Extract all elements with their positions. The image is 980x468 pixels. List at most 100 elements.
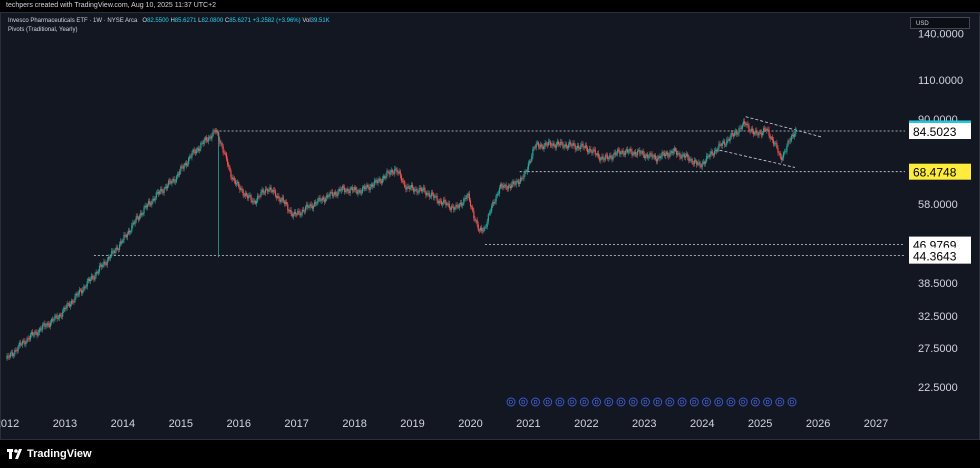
y-tick-label: 32.5000 [918,311,958,323]
candle-body [760,132,762,136]
candle-body [505,184,507,189]
candle-body [755,130,757,133]
candle-body [319,197,321,202]
tradingview-logo[interactable]: TradingView [7,448,92,460]
candles-group [6,118,797,361]
candle-body [725,144,727,146]
candle-body [704,161,707,164]
candle-body [347,188,349,192]
candle-body [600,158,602,161]
candle-body [511,184,513,188]
candle-body [452,206,454,208]
candle-body [303,211,306,212]
candle-body [395,168,397,169]
candle-body [361,187,364,193]
candle-body [400,175,403,181]
candle-body [342,186,345,188]
candle-body [625,149,628,151]
candle-body [775,142,777,144]
candle-body [135,216,137,221]
candle-body [153,198,155,201]
candle-body [279,198,281,202]
candle-body [174,181,176,183]
x-tick-label: 2016 [226,418,250,430]
price-chart[interactable]: 22.500027.500032.500038.500058.000090.00… [0,0,980,441]
candle-body [716,149,718,152]
candle-body [67,303,69,304]
footer-bar: TradingView [0,441,980,468]
candle-body [401,180,404,182]
candle-body [417,192,419,193]
candle-body [182,167,184,169]
candle-body [115,247,117,251]
candle-body [697,163,699,165]
candle-body [366,184,368,188]
candle-body [599,156,601,161]
candle-body [193,149,195,152]
candle-body [201,142,203,144]
candle-body [650,153,652,154]
candle-body [450,206,453,210]
candle-body [586,147,589,153]
candle-body [454,207,456,210]
candle-body [287,204,289,211]
candle-body [231,177,233,180]
symbol-legend: Invesco Pharmaceuticals ETF · 1W · NYSE … [8,17,330,35]
candle-body [428,193,430,197]
candle-body [691,159,693,164]
candle-body [533,147,535,150]
candle-body [30,332,33,335]
candle-body [318,197,320,199]
candle-body [751,128,753,132]
candle-body [689,159,691,161]
candle-body [649,153,651,158]
candle-body [92,275,94,278]
candle-body [223,152,225,154]
candle-body [60,315,63,317]
open-value: 82.5500 [147,18,169,24]
candle-body [732,134,735,136]
indicator-label[interactable]: Pivots (Traditional, Yearly) [8,26,330,35]
candle-body [616,149,619,154]
currency-button[interactable]: USD [910,17,970,29]
candle-body [196,148,199,150]
candle-body [224,153,226,155]
candle-body [407,186,409,187]
candle-body [498,188,501,194]
candle-body [140,213,142,216]
candle-body [25,342,27,345]
candle-body [652,156,654,158]
candle-body [769,135,771,139]
candle-body [143,207,145,214]
candle-body [525,171,527,172]
candle-body [535,143,537,148]
candle-body [531,156,533,162]
candle-body [127,230,130,234]
candle-body [605,155,608,156]
candle-body [465,197,467,199]
candle-body [491,205,493,212]
candle-body [82,290,84,294]
candle-body [376,179,378,183]
candle-body [628,151,630,153]
candle-body [573,143,575,146]
candle-body [784,151,786,153]
candle-body [537,142,540,147]
candle-body [670,151,672,153]
candle-body [134,220,136,224]
candle-body [220,142,222,144]
candle-body [550,141,552,146]
candle-body [728,139,730,141]
candle-body [592,149,594,153]
candle-body [165,186,167,189]
candle-body [569,142,571,145]
candle-body [286,202,288,205]
candle-body [147,201,150,205]
symbol-title[interactable]: Invesco Pharmaceuticals ETF · 1W · NYSE … [8,18,137,24]
candle-body [204,137,206,141]
candle-body [202,142,204,144]
candle-body [131,225,133,232]
candle-body [794,133,796,137]
candle-body [7,355,9,358]
candle-body [411,185,414,189]
